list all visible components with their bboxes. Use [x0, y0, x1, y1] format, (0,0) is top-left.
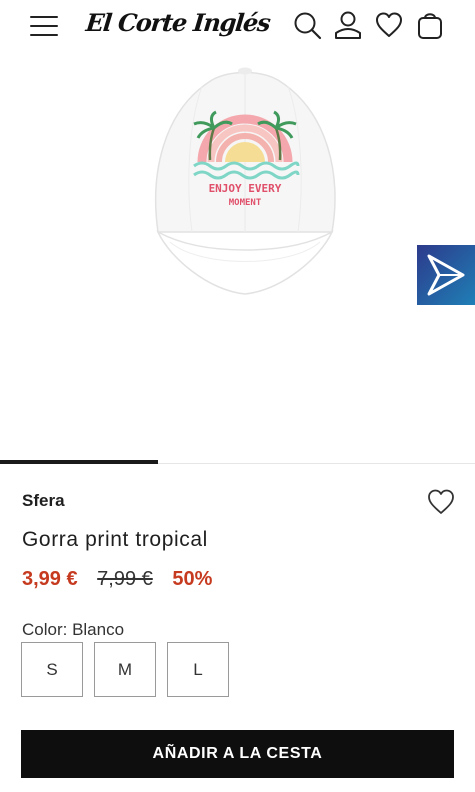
- print-text-line2: MOMENT: [229, 198, 262, 208]
- play-arrow-icon: [427, 254, 465, 296]
- product-image-gallery[interactable]: ENJOY EVERY MOMENT: [0, 56, 475, 468]
- gallery-progress-thumb[interactable]: [0, 460, 158, 464]
- print-text-line1: ENJOY EVERY: [209, 182, 282, 195]
- size-option-s[interactable]: S: [21, 642, 83, 697]
- product-title: Gorra print tropical: [22, 528, 208, 551]
- product-brand[interactable]: Sfera: [22, 491, 65, 511]
- price-row: 3,99 € 7,99 € 50%: [22, 568, 212, 591]
- store-logo[interactable]: El Corte Inglés: [84, 8, 271, 37]
- color-label: Color: Blanco: [22, 620, 125, 639]
- current-price: 3,99 €: [22, 568, 78, 590]
- heart-icon[interactable]: [374, 10, 404, 40]
- size-option-m[interactable]: M: [94, 642, 156, 697]
- account-icon[interactable]: [333, 10, 363, 40]
- bag-icon[interactable]: [415, 10, 445, 40]
- add-to-cart-button[interactable]: AÑADIR A LA CESTA: [21, 730, 454, 778]
- favorite-heart-icon[interactable]: [426, 487, 456, 517]
- search-icon[interactable]: [292, 10, 322, 40]
- product-image: ENJOY EVERY MOMENT: [155, 67, 336, 295]
- size-option-l[interactable]: L: [167, 642, 229, 697]
- discount-badge: 50%: [172, 568, 213, 590]
- header: El Corte Inglés: [0, 0, 475, 56]
- floating-widget-button[interactable]: [417, 245, 475, 305]
- original-price: 7,99 €: [97, 568, 153, 590]
- menu-icon[interactable]: [30, 13, 58, 39]
